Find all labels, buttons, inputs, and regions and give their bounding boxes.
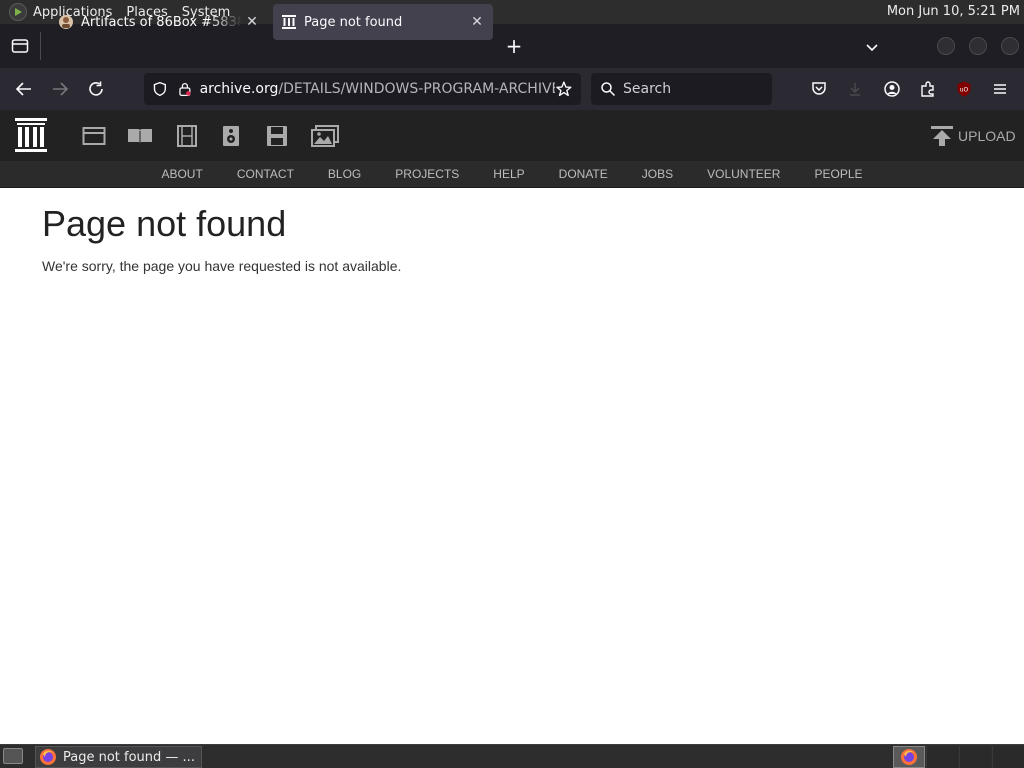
svg-text:uO: uO	[960, 87, 969, 94]
lock-icon[interactable]	[178, 81, 192, 97]
url-domain: archive.org	[199, 81, 279, 97]
archive-org-logo-icon[interactable]	[14, 117, 48, 153]
forward-button[interactable]	[49, 78, 71, 100]
pocket-icon	[812, 82, 826, 95]
texts-book-icon[interactable]	[126, 124, 154, 148]
new-tab-button[interactable]: +	[503, 36, 525, 58]
minimize-window-button[interactable]	[937, 37, 955, 55]
upload-button[interactable]: UPLOAD	[930, 124, 1016, 148]
page-title: Page not found	[42, 203, 287, 244]
close-tab-icon[interactable]: ✕	[242, 12, 262, 32]
upload-label: UPLOAD	[958, 128, 1016, 144]
close-tab-icon[interactable]: ✕	[467, 12, 487, 32]
github-avatar-icon	[58, 14, 74, 30]
error-message: We're sorry, the page you have requested…	[42, 258, 402, 274]
nav-link-people[interactable]: PEOPLE	[814, 167, 862, 181]
shield-icon[interactable]	[152, 81, 168, 97]
video-film-icon[interactable]	[176, 124, 198, 148]
workspace-3[interactable]	[959, 746, 991, 768]
workspace-4[interactable]	[992, 746, 1024, 768]
tab-title: Page not found	[304, 14, 403, 30]
page-content: Page not found We're sorry, the page you…	[42, 200, 401, 274]
tab-page-not-found[interactable]: Page not found ✕	[273, 4, 493, 40]
menu-button[interactable]	[989, 78, 1011, 100]
software-floppy-disk-icon[interactable]	[266, 124, 288, 148]
archive-org-favicon-icon	[281, 14, 297, 30]
url-path: /DETAILS/WINDOWS-PROGRAM-ARCHIVE	[278, 81, 556, 97]
nav-link-blog[interactable]: BLOG	[328, 167, 361, 181]
reload-icon	[89, 81, 103, 96]
back-arrow-icon	[15, 82, 31, 96]
maximize-window-button[interactable]	[969, 37, 987, 55]
tab-artifacts[interactable]: Artifacts of 86Box #5838 · /( ✕	[50, 4, 268, 40]
firefox-icon	[40, 749, 56, 765]
audio-speaker-icon[interactable]	[222, 124, 240, 148]
url-bar[interactable]: archive.org/DETAILS/WINDOWS-PROGRAM-ARCH…	[144, 73, 581, 105]
search-icon	[601, 82, 616, 97]
download-icon	[850, 83, 860, 96]
bottom-taskbar: Page not found — ...	[0, 744, 1024, 768]
tab-overflow-chevron-down-icon[interactable]	[862, 37, 882, 57]
close-window-button[interactable]	[1001, 37, 1019, 55]
nav-link-help[interactable]: HELP	[493, 167, 524, 181]
images-photos-icon[interactable]	[311, 124, 339, 148]
nav-link-projects[interactable]: PROJECTS	[395, 167, 459, 181]
archive-org-nav: ABOUT CONTACT BLOG PROJECTS HELP DONATE …	[0, 161, 1024, 188]
puzzle-piece-icon	[921, 81, 934, 97]
firefox-icon	[901, 749, 917, 765]
tab-list-button[interactable]	[0, 24, 40, 68]
forward-arrow-icon	[53, 82, 69, 96]
account-button[interactable]	[881, 78, 903, 100]
tab-title: Artifacts of 86Box #5838 · /(	[81, 14, 242, 30]
tab-list-icon	[11, 39, 29, 53]
nav-link-about[interactable]: ABOUT	[161, 167, 202, 181]
pocket-button[interactable]	[808, 78, 830, 100]
taskbar-window-title: Page not found — ...	[63, 749, 195, 765]
nav-link-donate[interactable]: DONATE	[559, 167, 608, 181]
clock[interactable]: Mon Jun 10, 5:21 PM	[887, 4, 1020, 19]
back-button[interactable]	[13, 78, 35, 100]
distro-logo-icon[interactable]	[9, 3, 27, 21]
extensions-button[interactable]	[917, 78, 939, 100]
ublock-origin-icon: uO	[957, 81, 971, 97]
downloads-button[interactable]	[844, 78, 866, 100]
search-placeholder: Search	[623, 81, 672, 97]
hamburger-menu-icon	[994, 84, 1006, 94]
tab-separator	[40, 32, 41, 60]
url-text[interactable]: archive.org/DETAILS/WINDOWS-PROGRAM-ARCH…	[200, 81, 556, 97]
workspace-1[interactable]	[893, 746, 925, 768]
nav-link-volunteer[interactable]: VOLUNTEER	[707, 167, 780, 181]
nav-link-contact[interactable]: CONTACT	[237, 167, 294, 181]
ublock-origin-button[interactable]: uO	[953, 78, 975, 100]
bookmark-star-icon[interactable]	[555, 80, 573, 98]
upload-arrow-icon	[931, 126, 953, 146]
account-icon	[884, 81, 900, 97]
nav-link-jobs[interactable]: JOBS	[642, 167, 673, 181]
reload-button[interactable]	[85, 78, 107, 100]
taskbar-window-firefox[interactable]: Page not found — ...	[35, 746, 202, 768]
search-box[interactable]: Search	[591, 73, 772, 105]
web-archive-icon[interactable]	[82, 124, 106, 148]
workspace-2[interactable]	[926, 746, 958, 768]
desktop-screen: Applications Places System Mon Jun 10, 5…	[0, 0, 1024, 768]
show-desktop-icon[interactable]	[3, 748, 23, 764]
